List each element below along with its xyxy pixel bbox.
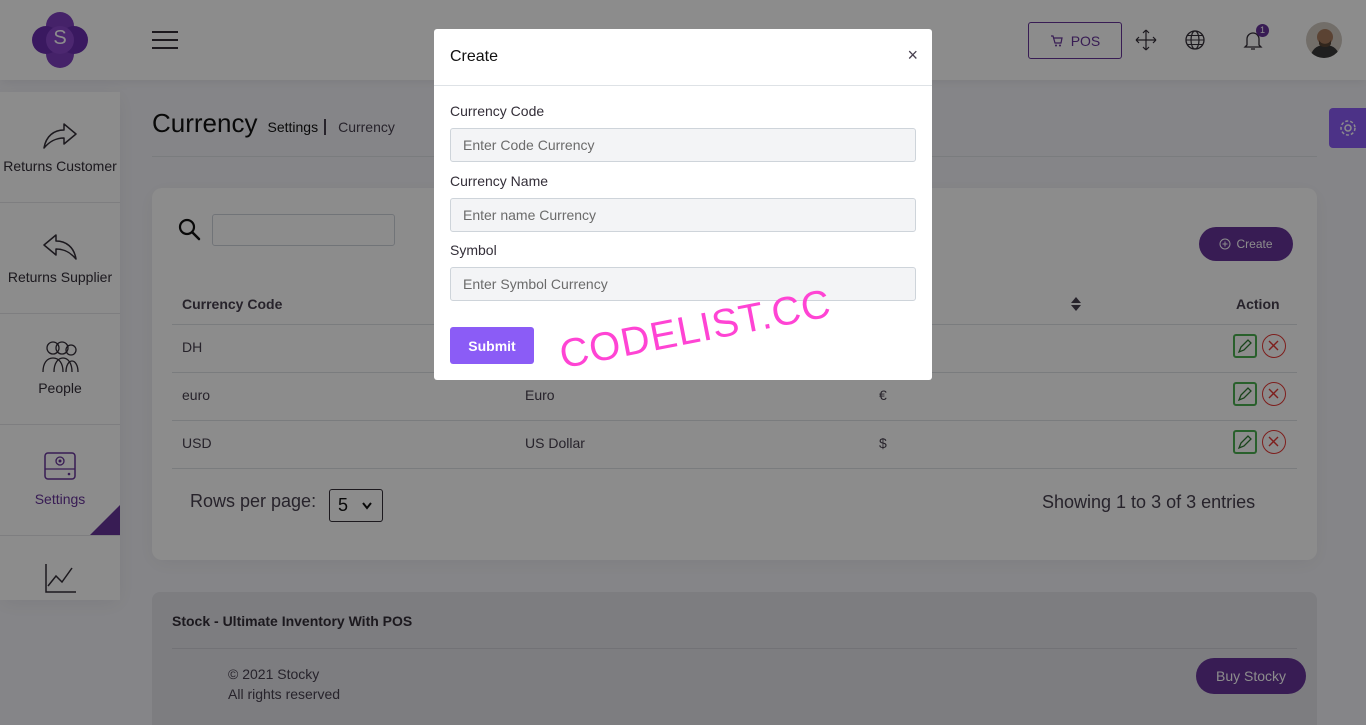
symbol-label: Symbol	[450, 242, 497, 258]
submit-button[interactable]: Submit	[450, 327, 534, 364]
currency-name-input[interactable]	[450, 198, 916, 232]
currency-code-input[interactable]	[450, 128, 916, 162]
modal-title: Create	[450, 48, 499, 65]
close-icon[interactable]: ×	[907, 45, 918, 66]
currency-name-label: Currency Name	[450, 173, 549, 189]
currency-code-label: Currency Code	[450, 103, 545, 119]
symbol-input[interactable]	[450, 267, 916, 301]
modal-header: Create ×	[434, 29, 932, 86]
